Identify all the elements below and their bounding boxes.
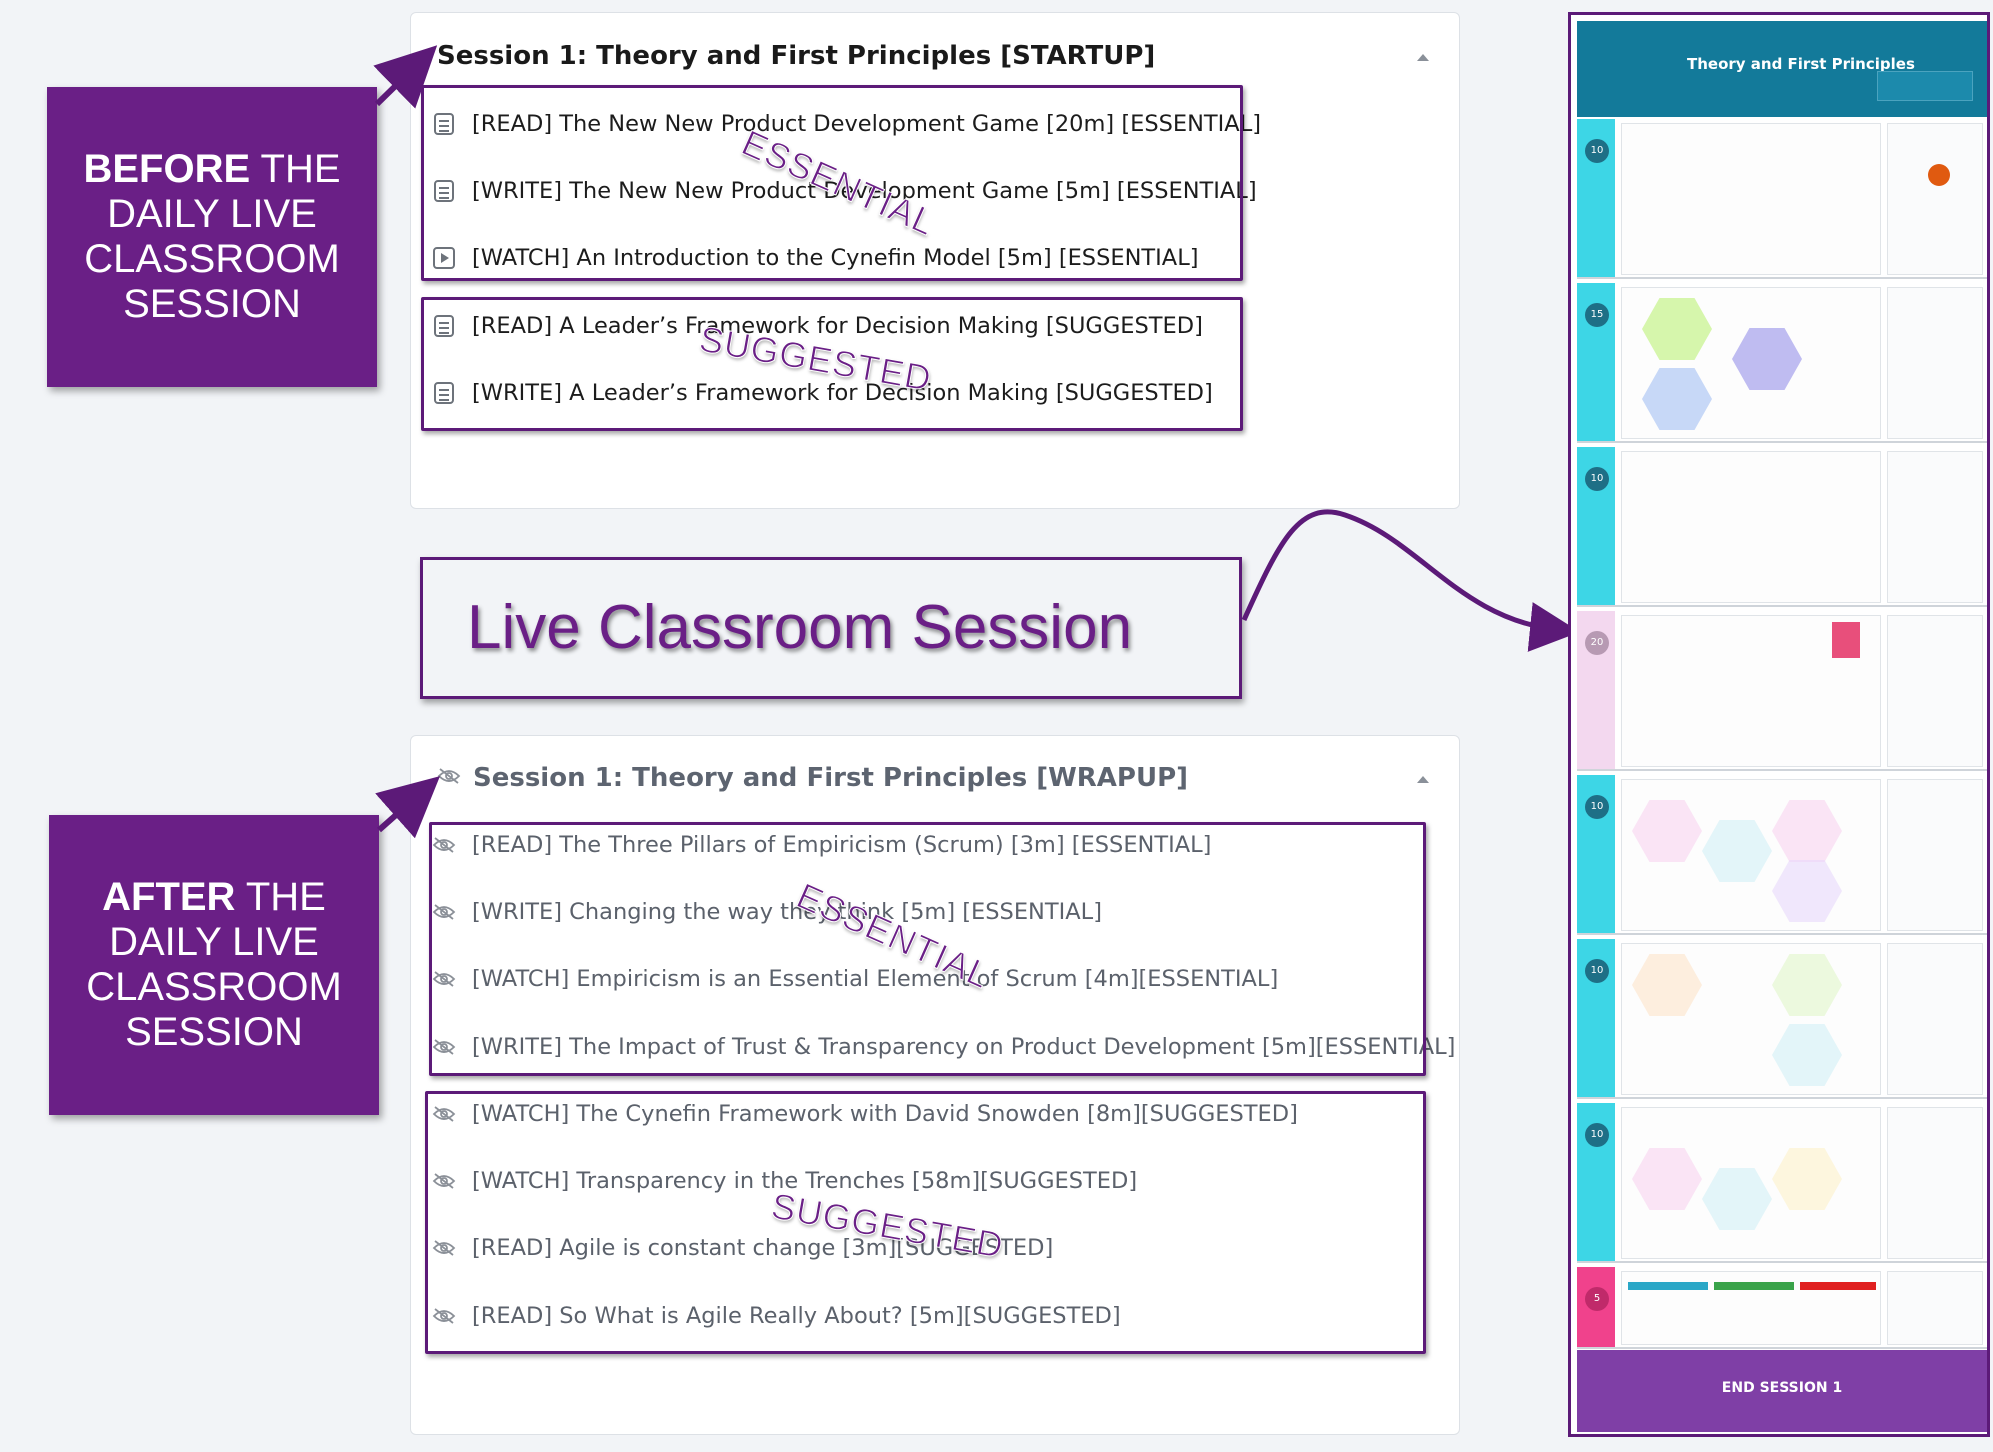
board-footer: END SESSION 1 — [1577, 1350, 1987, 1432]
after-callout-line2: DAILY LIVE — [109, 920, 319, 964]
collapse-caret-icon[interactable] — [1417, 54, 1429, 61]
class-board-thumbnail: Theory and First Principles 10 15 10 20 … — [1568, 12, 1990, 1437]
timer-badge: 15 — [1585, 303, 1609, 327]
before-callout-bold: BEFORE — [83, 147, 251, 191]
wrapup-section-title[interactable]: Session 1: Theory and First Principles [… — [473, 763, 1188, 793]
after-callout-line3: CLASSROOM — [86, 965, 342, 1009]
hidden-eye-icon — [437, 768, 461, 784]
timer-badge: 10 — [1585, 467, 1609, 491]
timer-badge: 10 — [1585, 139, 1609, 163]
board-header: Theory and First Principles — [1577, 21, 1987, 117]
before-callout: BEFORE THE DAILY LIVE CLASSROOM SESSION — [47, 87, 377, 387]
timer-badge: 20 — [1585, 631, 1609, 655]
board-row: 10 — [1577, 775, 1987, 935]
live-to-board-arrow — [1241, 509, 1580, 652]
board-row: 10 — [1577, 119, 1987, 279]
startup-section-title[interactable]: Session 1: Theory and First Principles [… — [437, 41, 1155, 71]
after-callout-bold: AFTER — [102, 875, 236, 919]
before-callout-line1: THE — [250, 147, 341, 191]
live-classroom-label: Live Classroom Session — [467, 593, 1133, 662]
board-subtitle-box — [1877, 71, 1973, 101]
timer-badge: 10 — [1585, 795, 1609, 819]
board-footer-label: END SESSION 1 — [1721, 1380, 1843, 1396]
board-row: 15 — [1577, 283, 1987, 443]
before-callout-line4: SESSION — [123, 282, 301, 326]
timer-badge: 5 — [1585, 1287, 1609, 1311]
board-row: 10 — [1577, 939, 1987, 1099]
board-row: 10 — [1577, 1103, 1987, 1263]
timer-badge: 10 — [1585, 1123, 1609, 1147]
board-row: 10 — [1577, 447, 1987, 607]
board-row: 5 — [1577, 1267, 1987, 1349]
after-callout-line4: SESSION — [125, 1010, 303, 1054]
after-callout-line1: THE — [235, 875, 326, 919]
timer-badge: 10 — [1585, 959, 1609, 983]
board-row: 20 — [1577, 611, 1987, 771]
before-callout-line2: DAILY LIVE — [107, 192, 317, 236]
live-classroom-box: Live Classroom Session — [420, 557, 1242, 699]
after-callout: AFTER THE DAILY LIVE CLASSROOM SESSION — [49, 815, 379, 1115]
before-callout-line3: CLASSROOM — [84, 237, 340, 281]
collapse-caret-icon[interactable] — [1417, 776, 1429, 783]
